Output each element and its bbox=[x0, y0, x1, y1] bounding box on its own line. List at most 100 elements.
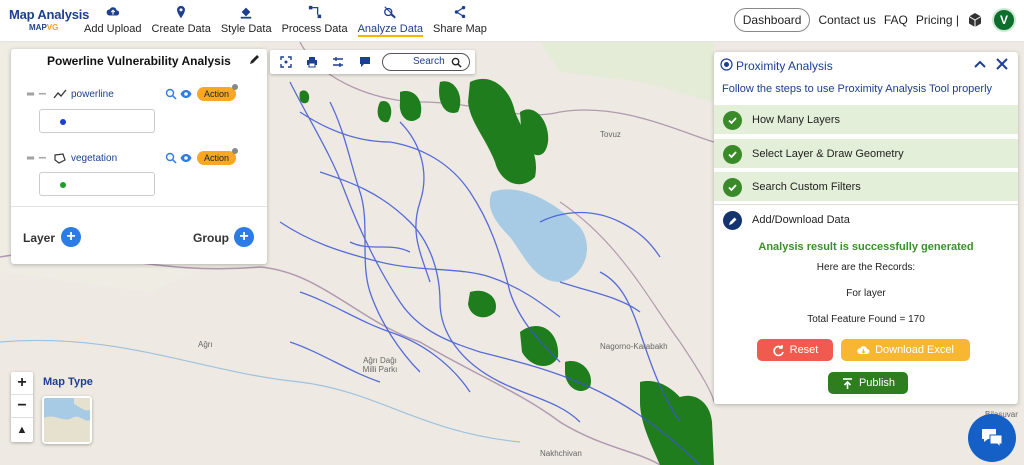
chat-icon bbox=[982, 429, 1003, 449]
cloud-download-icon bbox=[857, 345, 870, 354]
upload-arrow-icon bbox=[842, 377, 852, 389]
close-icon[interactable] bbox=[994, 56, 1010, 72]
dashboard-button[interactable]: Dashboard bbox=[733, 8, 811, 32]
legend-swatch bbox=[60, 119, 66, 125]
total-feature-count: Total Feature Found = 170 bbox=[807, 314, 925, 325]
success-message: Analysis result is successfully generate… bbox=[758, 241, 974, 253]
top-navbar: Map Analysis MAPVG Add Upload Create Dat… bbox=[0, 0, 1024, 42]
main-nav: Add Upload Create Data Style Data Proces… bbox=[84, 5, 497, 37]
for-layer-label: For layer bbox=[846, 288, 886, 299]
layer-row-vegetation[interactable]: ═ ─ vegetation Action bbox=[27, 148, 263, 166]
add-group-button[interactable]: + bbox=[234, 227, 254, 247]
step-label: Search Custom Filters bbox=[752, 181, 861, 193]
analyze-icon bbox=[384, 6, 396, 19]
nav-share-map[interactable]: Share Map bbox=[433, 5, 487, 37]
nav-style-data[interactable]: Style Data bbox=[221, 5, 272, 37]
line-layer-icon bbox=[53, 89, 67, 99]
zoom-to-layer-icon[interactable] bbox=[165, 152, 177, 164]
map-type-thumbnail[interactable] bbox=[42, 396, 92, 444]
map-label-tovuz: Tovuz bbox=[600, 130, 621, 139]
user-avatar[interactable]: V bbox=[992, 8, 1016, 32]
check-icon bbox=[723, 178, 742, 197]
proximity-tool-icon bbox=[720, 58, 733, 71]
step-label: Select Layer & Draw Geometry bbox=[752, 148, 904, 160]
top-right-links: Dashboard Contact us FAQ Pricing | V bbox=[733, 8, 1016, 32]
fullscreen-icon[interactable] bbox=[280, 56, 292, 68]
group-footer-label: Group bbox=[193, 231, 229, 245]
proximity-subtitle: Follow the steps to use Proximity Analys… bbox=[722, 83, 993, 95]
brand-logo[interactable]: Map Analysis MAPVG bbox=[9, 7, 89, 32]
map-search-button[interactable]: Search bbox=[382, 53, 470, 71]
map-toolbar: Search bbox=[270, 50, 475, 74]
check-icon bbox=[723, 111, 742, 130]
contact-link[interactable]: Contact us bbox=[818, 13, 875, 27]
map-search-label: Search bbox=[413, 56, 445, 67]
step-label: How Many Layers bbox=[752, 114, 841, 126]
proximity-analysis-panel: Proximity Analysis Follow the steps to u… bbox=[714, 52, 1018, 404]
map-label-agri-dagi: Ağrı Dağı Milli Parkı bbox=[362, 356, 398, 374]
process-icon bbox=[308, 5, 321, 19]
map-label-agri: Ağrı bbox=[198, 340, 213, 349]
nav-add-upload[interactable]: Add Upload bbox=[84, 5, 142, 37]
layer-panel: Powerline Vulnerability Analysis ═ ─ pow… bbox=[11, 49, 267, 264]
visibility-eye-icon[interactable] bbox=[180, 88, 192, 100]
step-select-layer[interactable]: Select Layer & Draw Geometry bbox=[714, 138, 1018, 168]
reset-button[interactable]: Reset bbox=[757, 339, 833, 361]
zoom-out-button[interactable]: − bbox=[11, 395, 33, 418]
chat-support-button[interactable] bbox=[968, 414, 1016, 462]
drag-handle-icon[interactable]: ═ ─ bbox=[27, 89, 53, 100]
paint-bucket-icon bbox=[240, 7, 252, 19]
nav-analyze-data[interactable]: Analyze Data bbox=[357, 5, 424, 37]
cloud-upload-icon bbox=[106, 7, 119, 16]
records-heading: Here are the Records: bbox=[816, 262, 916, 273]
basemap-preview-icon bbox=[44, 398, 90, 442]
step-how-many-layers[interactable]: How Many Layers bbox=[714, 104, 1018, 134]
brand-subtitle: MAPVG bbox=[29, 23, 59, 32]
legend-swatch bbox=[60, 182, 66, 188]
map-type-label: Map Type bbox=[43, 376, 93, 388]
chevron-up-icon[interactable] bbox=[972, 56, 988, 72]
visibility-eye-icon[interactable] bbox=[180, 152, 192, 164]
step-label: Add/Download Data bbox=[752, 214, 850, 226]
project-title: Powerline Vulnerability Analysis bbox=[47, 54, 231, 68]
add-layer-button[interactable]: + bbox=[61, 227, 81, 247]
edit-pencil-icon[interactable] bbox=[249, 53, 261, 65]
layer-legend-vegetation[interactable] bbox=[39, 172, 155, 196]
faq-link[interactable]: FAQ bbox=[884, 13, 908, 27]
nav-process-data[interactable]: Process Data bbox=[282, 5, 348, 37]
drag-handle-icon[interactable]: ═ ─ bbox=[27, 153, 53, 164]
polygon-layer-icon bbox=[54, 153, 66, 164]
layer-name[interactable]: powerline bbox=[71, 89, 165, 100]
zoom-to-layer-icon[interactable] bbox=[165, 88, 177, 100]
north-arrow-button[interactable]: ▲ bbox=[11, 418, 33, 441]
layer-action-button[interactable]: Action bbox=[197, 148, 239, 165]
layer-action-button[interactable]: Action bbox=[197, 84, 239, 101]
download-excel-button[interactable]: Download Excel bbox=[841, 339, 970, 361]
layer-row-powerline[interactable]: ═ ─ powerline Action bbox=[27, 84, 263, 102]
check-icon bbox=[723, 145, 742, 164]
step-search-filters[interactable]: Search Custom Filters bbox=[714, 171, 1018, 201]
publish-button[interactable]: Publish bbox=[828, 372, 908, 394]
layer-footer-label: Layer bbox=[23, 231, 56, 245]
pricing-link[interactable]: Pricing | bbox=[916, 13, 959, 27]
layer-legend-powerline[interactable] bbox=[39, 109, 155, 133]
panel-divider bbox=[11, 206, 267, 207]
proximity-title: Proximity Analysis bbox=[736, 59, 833, 73]
print-icon[interactable] bbox=[306, 56, 318, 68]
map-pin-icon bbox=[177, 5, 186, 19]
reset-icon bbox=[772, 344, 784, 356]
step-add-download[interactable]: Add/Download Data bbox=[714, 204, 1018, 234]
pencil-icon bbox=[723, 211, 742, 230]
search-icon bbox=[451, 57, 462, 68]
comment-icon[interactable] bbox=[359, 56, 371, 68]
map-label-karabakh: Nagorno-Karabakh bbox=[600, 342, 668, 351]
measure-icon[interactable] bbox=[332, 56, 344, 68]
zoom-controls: + − ▲ bbox=[11, 372, 33, 442]
nav-create-data[interactable]: Create Data bbox=[152, 5, 211, 37]
layer-name[interactable]: vegetation bbox=[71, 153, 165, 164]
share-icon bbox=[454, 5, 466, 19]
map-label-nakhchivan: Nakhchivan bbox=[540, 449, 582, 458]
cube-icon[interactable] bbox=[967, 12, 983, 28]
brand-title: Map Analysis bbox=[9, 7, 90, 22]
zoom-in-button[interactable]: + bbox=[11, 372, 33, 395]
